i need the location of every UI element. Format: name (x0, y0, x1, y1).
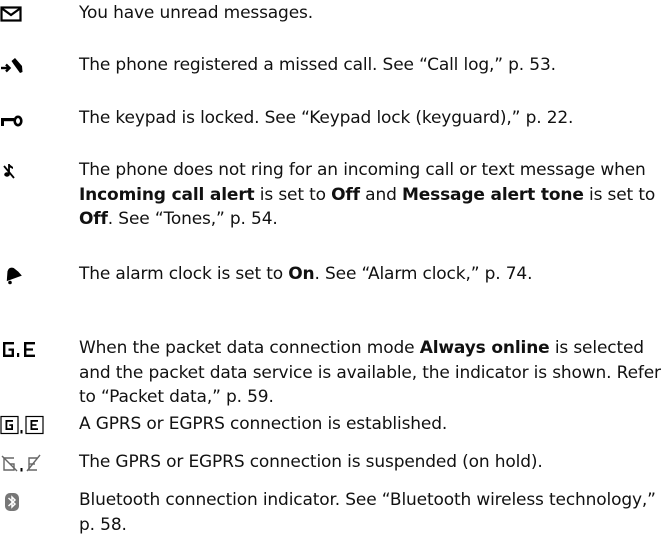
description-text: The keypad is locked. See “Keypad lock (… (79, 108, 574, 128)
indicator-description: The phone registered a missed call. See … (79, 53, 666, 78)
description-text: You have unread messages. (79, 3, 313, 23)
bold-setting-name: Always online (419, 338, 550, 358)
indicator-description: You have unread messages. (79, 1, 666, 26)
indicator-description: Bluetooth connection indicator. See “Blu… (79, 488, 666, 537)
description-text: is set to (254, 184, 332, 205)
description-text: The alarm clock is set to (79, 264, 289, 284)
key-lock-icon (0, 106, 70, 130)
bold-setting-name: Message alert tone (401, 184, 584, 205)
description-text: is set to (583, 184, 656, 205)
description-text: . See “Tones,” p. 54. (107, 209, 278, 229)
description-text: A GPRS or EGPRS connection is establishe… (79, 414, 448, 434)
indicator-description: A GPRS or EGPRS connection is establishe… (79, 412, 666, 437)
description-text: . See “Alarm clock,” p. 74. (314, 264, 533, 284)
indicator-description: The phone does not ring for an incoming … (79, 158, 666, 232)
description-text: When the packet data connection mode (79, 338, 420, 358)
bold-setting-name: On (288, 264, 315, 284)
gprs-egprs-icon (0, 336, 70, 360)
indicator-description: The alarm clock is set to On. See “Alarm… (79, 262, 666, 287)
gprs-egprs-suspended-icon (0, 450, 70, 474)
description-text: The phone registered a missed call. See … (79, 55, 556, 75)
bold-setting-name: Incoming call alert (79, 184, 255, 205)
envelope-icon (0, 1, 70, 25)
bold-setting-name: Off (331, 184, 360, 205)
missed-call-icon (0, 53, 70, 77)
bold-setting-name: Off (79, 209, 108, 229)
description-text: The phone does not ring for an incoming … (79, 160, 646, 180)
gprs-egprs-connected-icon (0, 412, 70, 436)
bluetooth-icon (0, 488, 70, 512)
indicator-description: The GPRS or EGPRS connection is suspende… (79, 450, 666, 475)
silent-note-icon (0, 158, 70, 182)
description-text: and (359, 184, 402, 205)
description-text: Bluetooth connection indicator. See “Blu… (79, 490, 656, 535)
indicator-description: When the packet data connection mode Alw… (79, 336, 666, 410)
alarm-bell-icon (0, 262, 70, 286)
description-text: The GPRS or EGPRS connection is suspende… (79, 452, 543, 472)
indicator-description: The keypad is locked. See “Keypad lock (… (79, 106, 666, 131)
